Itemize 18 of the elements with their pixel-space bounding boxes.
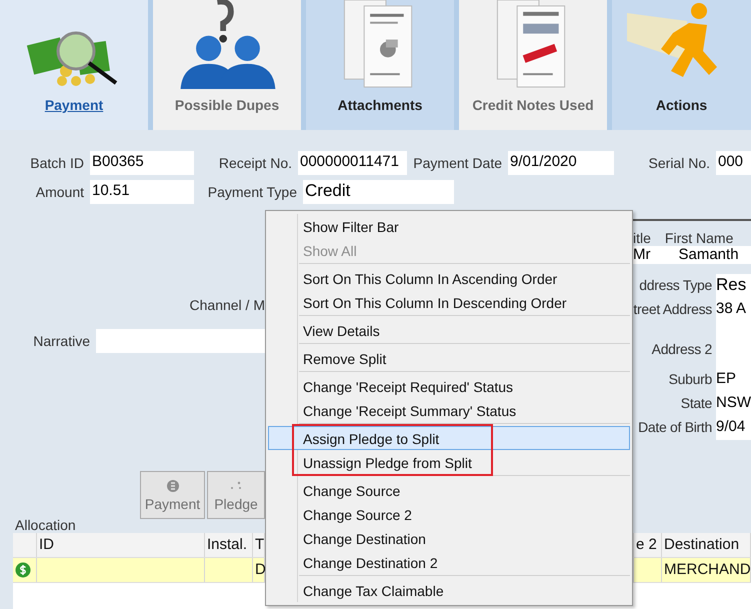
- field-label: ddress Type: [638, 276, 713, 295]
- column-label: First Name: [664, 230, 734, 246]
- table-cell: MERCHAND: [662, 558, 751, 582]
- field-label: Amount: [34, 184, 85, 200]
- field-label: Receipt No.: [218, 155, 293, 171]
- field-label: Date of Birth: [637, 418, 713, 437]
- field-label: Suburb: [668, 370, 713, 389]
- field-label: Payment Date: [412, 155, 503, 171]
- field-label: Narrative: [32, 333, 91, 349]
- field-label: Channel / M: [190, 297, 265, 313]
- section-title: Allocation: [14, 519, 77, 533]
- field-label: Batch ID: [29, 155, 85, 171]
- field-label: Address 2: [650, 340, 713, 359]
- column-label: itle: [633, 230, 651, 246]
- field-label: Payment Type: [206, 184, 298, 200]
- field-label: State: [680, 394, 713, 413]
- field-label: treet Address: [633, 300, 713, 319]
- field-label: Serial No.: [648, 155, 711, 171]
